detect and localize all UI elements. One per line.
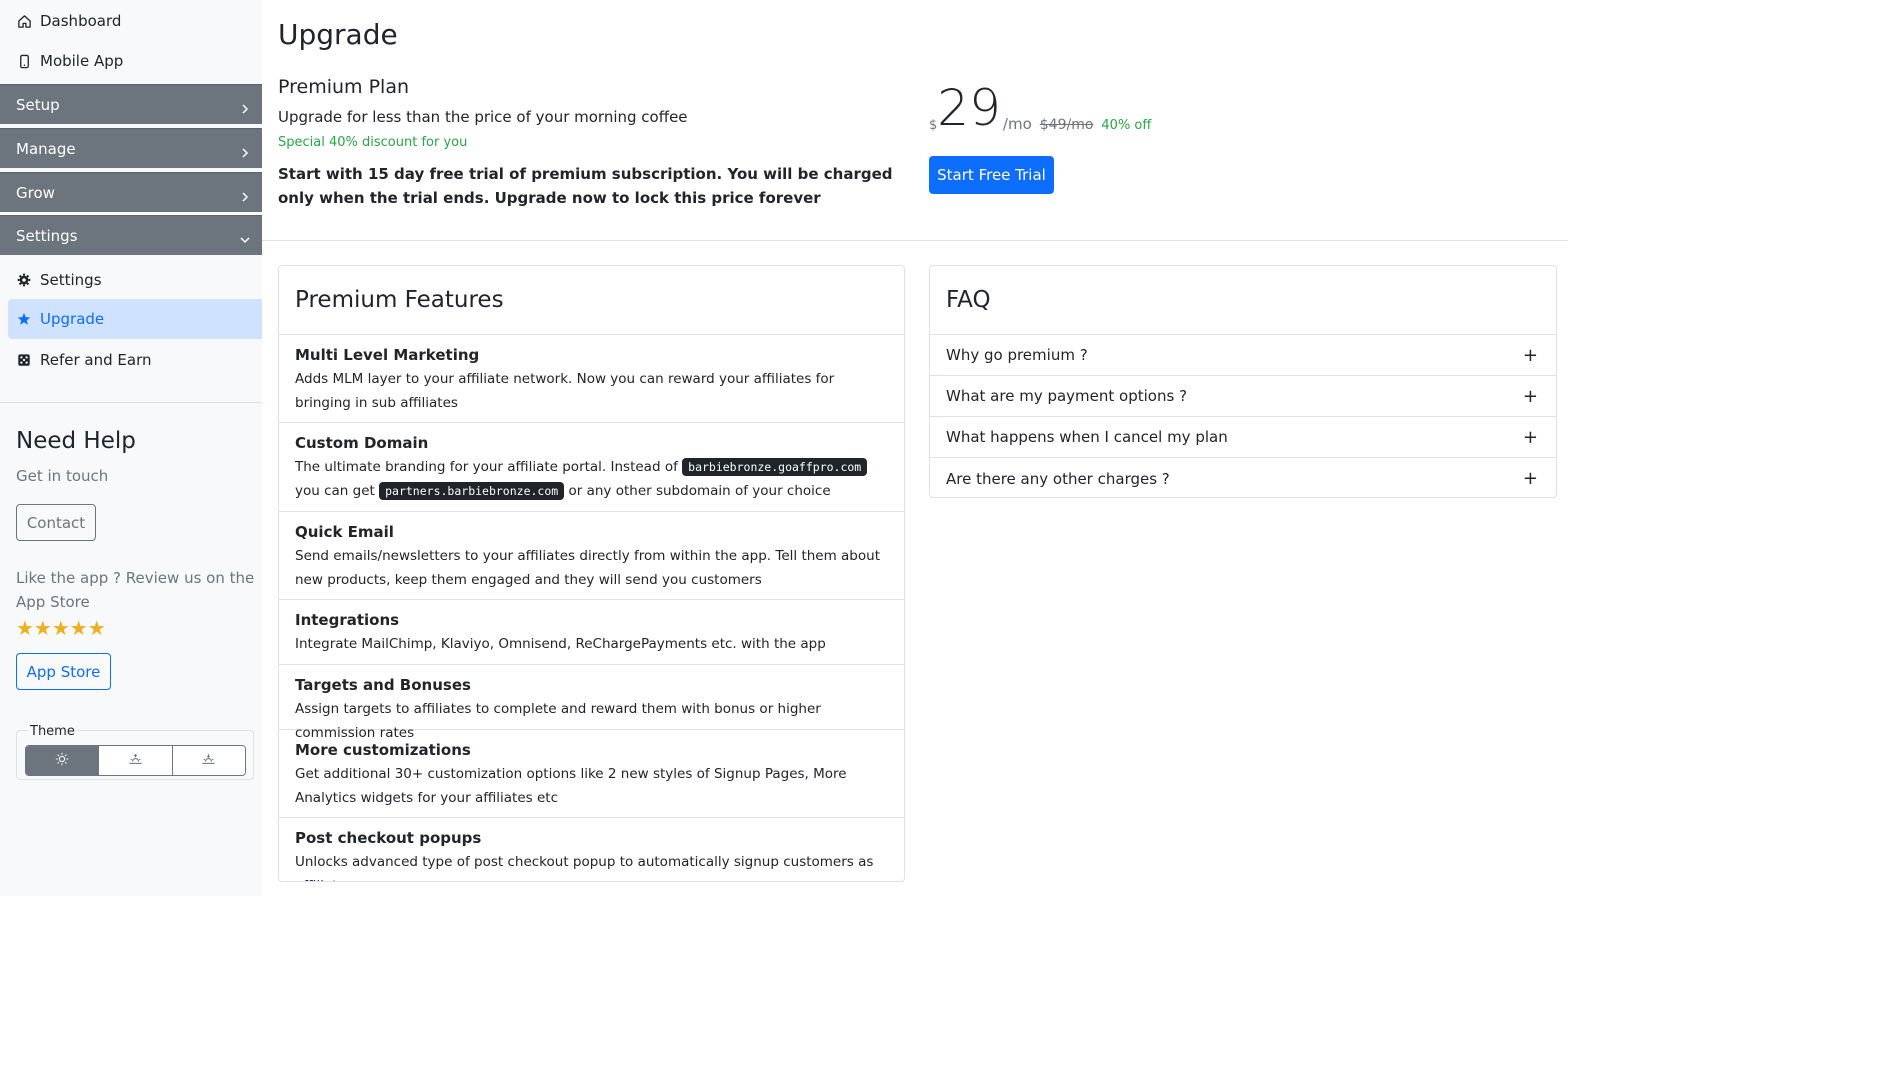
feature-description: Adds MLM layer to your affiliate network… (295, 371, 835, 411)
plus-icon[interactable]: + (1523, 345, 1538, 366)
faq-title: FAQ (930, 266, 1556, 335)
sidebar-group-settings[interactable]: Settings (0, 215, 262, 255)
faq-question: Why go premium ? (946, 346, 1088, 364)
sunset-icon (201, 752, 216, 770)
feature-description: Integrate MailChimp, Klaviyo, Omnisend, … (295, 636, 826, 652)
sidebar-group-label: Manage (16, 139, 76, 158)
gear-icon (16, 272, 32, 288)
feature-title: Integrations (295, 611, 400, 629)
sidebar-divider (0, 402, 262, 403)
sunrise-icon (128, 752, 143, 770)
theme-light-button[interactable] (26, 746, 100, 775)
faq-item[interactable]: What happens when I cancel my plan + (930, 417, 1556, 458)
feature-description: Unlocks advanced type of post checkout p… (295, 854, 874, 881)
feature-item: Integrations Integrate MailChimp, Klaviy… (279, 600, 904, 665)
sidebar-item-label: Upgrade (40, 310, 105, 328)
feature-item: Multi Level Marketing Adds MLM layer to … (279, 335, 904, 423)
feature-item: Post checkout popups Unlocks advanced ty… (279, 818, 904, 881)
price-amount: 29 (937, 79, 1001, 137)
feature-item: Targets and Bonuses Assign targets to af… (279, 665, 904, 741)
plus-icon[interactable]: + (1523, 427, 1538, 448)
feature-description: Get additional 30+ customization options… (295, 766, 847, 806)
sidebar-item-dashboard[interactable]: Dashboard (0, 1, 262, 41)
price-display: $ 29 /mo $49/mo 40% off (929, 80, 1151, 136)
star-icon (16, 311, 32, 327)
faq-card: FAQ Why go premium ? + What are my payme… (929, 265, 1557, 498)
faq-item[interactable]: Why go premium ? + (930, 335, 1556, 376)
price-period: /mo (1002, 115, 1032, 133)
sidebar-group-setup[interactable]: Setup (0, 84, 262, 124)
feature-description-text: The ultimate branding for your affiliate… (295, 459, 678, 475)
sidebar-item-label: Dashboard (40, 12, 122, 30)
sidebar: Dashboard Mobile App Setup Manage Grow S… (0, 0, 262, 896)
sidebar-item-label: Mobile App (40, 52, 124, 70)
mobile-icon (16, 53, 32, 69)
plus-icon[interactable]: + (1523, 468, 1538, 489)
start-free-trial-button[interactable]: Start Free Trial (929, 156, 1054, 194)
dice-icon (16, 352, 32, 368)
premium-features-title: Premium Features (279, 266, 904, 335)
sidebar-item-label: Refer and Earn (40, 351, 152, 369)
faq-item[interactable]: Are there any other charges ? + (930, 458, 1556, 497)
theme-dim-button[interactable] (99, 746, 173, 775)
chevron-right-icon (240, 144, 250, 158)
sidebar-item-settings[interactable]: Settings (0, 260, 262, 300)
faq-question: What are my payment options ? (946, 387, 1188, 405)
feature-description: Send emails/newsletters to your affiliat… (295, 548, 880, 588)
theme-label: Theme (28, 724, 77, 739)
page-title: Upgrade (278, 18, 398, 51)
feature-title: Quick Email (295, 523, 394, 541)
sidebar-group-manage[interactable]: Manage (0, 128, 262, 168)
theme-dark-button[interactable] (172, 746, 245, 775)
feature-item: More customizations Get additional 30+ c… (279, 730, 904, 818)
sidebar-item-label: Settings (40, 271, 102, 289)
plan-subtitle: Upgrade for less than the price of your … (278, 108, 688, 126)
sidebar-group-label: Settings (16, 226, 78, 245)
sun-icon (55, 752, 69, 770)
sidebar-item-mobile-app[interactable]: Mobile App (0, 41, 262, 81)
app-store-button[interactable]: App Store (16, 653, 111, 690)
section-divider (262, 240, 1568, 241)
faq-question: What happens when I cancel my plan (946, 428, 1228, 446)
feature-description-text: or any other subdomain of your choice (568, 483, 831, 499)
rating-stars: ★★★★★ (16, 616, 106, 640)
feature-description-text: you can get (295, 483, 375, 499)
feature-item: Quick Email Send emails/newsletters to y… (279, 512, 904, 600)
chevron-right-icon (240, 100, 250, 114)
sidebar-group-label: Grow (16, 183, 55, 202)
code-default-domain: barbiebronze.goaffpro.com (682, 458, 868, 476)
theme-switcher (25, 745, 246, 776)
feature-title: Custom Domain (295, 434, 429, 452)
contact-button[interactable]: Contact (16, 504, 96, 541)
plus-icon[interactable]: + (1523, 386, 1538, 407)
sidebar-group-grow[interactable]: Grow (0, 172, 262, 212)
plan-title: Premium Plan (278, 76, 410, 98)
help-title: Need Help (16, 428, 136, 454)
sidebar-group-label: Setup (16, 95, 60, 114)
code-custom-domain: partners.barbiebronze.com (379, 482, 565, 500)
price-currency: $ (929, 118, 938, 133)
feature-title: Targets and Bonuses (295, 676, 471, 694)
faq-item[interactable]: What are my payment options ? + (930, 376, 1556, 417)
price-discount-badge: 40% off (1101, 118, 1152, 133)
feature-title: Multi Level Marketing (295, 346, 480, 364)
feature-description: The ultimate branding for your affiliate… (295, 455, 888, 503)
plan-trial-text: Start with 15 day free trial of premium … (278, 165, 893, 207)
feature-title: More customizations (295, 741, 471, 759)
help-subtitle: Get in touch (16, 467, 109, 485)
premium-features-card: Premium Features Multi Level Marketing A… (278, 265, 905, 882)
feature-title: Post checkout popups (295, 829, 482, 847)
plan-discount-note: Special 40% discount for you (278, 135, 468, 150)
feature-item: Custom Domain The ultimate branding for … (279, 423, 904, 512)
chevron-right-icon (240, 188, 250, 202)
sidebar-item-upgrade[interactable]: Upgrade (8, 299, 262, 339)
faq-question: Are there any other charges ? (946, 469, 1170, 488)
sidebar-item-refer-and-earn[interactable]: Refer and Earn (0, 340, 262, 380)
home-icon (16, 13, 32, 29)
chevron-down-icon (240, 231, 250, 243)
price-old: $49/mo (1039, 117, 1094, 133)
review-prompt: Like the app ? Review us on the App Stor… (16, 569, 255, 611)
